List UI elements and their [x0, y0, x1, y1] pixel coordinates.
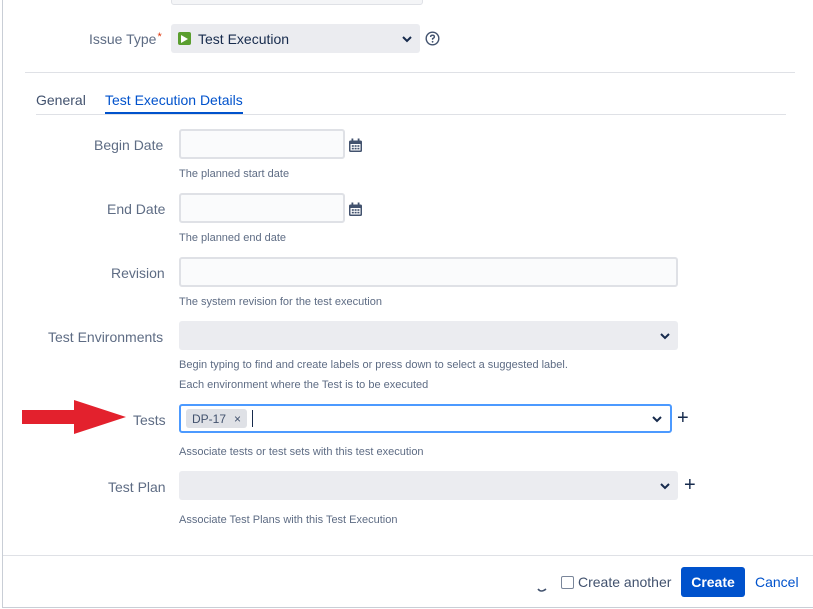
annotation-arrow-icon [22, 400, 126, 434]
end-date-description: The planned end date [179, 232, 287, 244]
begin-date-input[interactable] [179, 129, 345, 159]
test-tag: DP-17 × [186, 409, 248, 428]
test-environments-label: Test Environments [48, 329, 164, 345]
tab-general[interactable]: General [36, 90, 86, 114]
test-tag-label: DP-17 [192, 411, 227, 426]
revision-label: Revision [111, 265, 165, 281]
cancel-link[interactable]: Cancel [755, 574, 799, 590]
test-environments-select[interactable] [179, 321, 678, 350]
test-plan-select[interactable] [179, 471, 678, 500]
chevron-down-icon [660, 477, 670, 495]
chevron-down-icon [652, 410, 662, 428]
test-environments-hint: Begin typing to find and create labels o… [179, 359, 568, 371]
test-environments-description: Each environment where the Test is to be… [179, 379, 429, 391]
summary-input-partial[interactable] [171, 0, 423, 5]
create-button[interactable]: Create [681, 567, 745, 597]
chevron-down-icon [660, 327, 670, 345]
tests-description: Associate tests or test sets with this t… [179, 446, 424, 458]
text-cursor [252, 410, 253, 427]
calendar-icon[interactable] [348, 202, 363, 222]
create-another-checkbox[interactable] [561, 575, 574, 589]
create-another-control[interactable]: Create another [561, 574, 671, 590]
section-divider [25, 72, 795, 73]
test-plan-description: Associate Test Plans with this Test Exec… [179, 514, 398, 526]
calendar-icon[interactable] [348, 138, 363, 158]
issue-type-label: Issue Type* [89, 31, 162, 47]
required-indicator: * [157, 31, 162, 43]
issue-type-select[interactable]: Test Execution [171, 24, 420, 53]
revision-input[interactable] [179, 257, 678, 287]
tests-picker[interactable]: DP-17 × [179, 404, 672, 433]
tab-bar: General Test Execution Details [36, 90, 786, 115]
loading-spinner-icon [537, 588, 547, 592]
end-date-input[interactable] [179, 193, 345, 223]
end-date-label: End Date [107, 201, 166, 217]
revision-description: The system revision for the test executi… [179, 296, 382, 308]
question-circle-icon[interactable] [425, 31, 440, 51]
chevron-down-icon [402, 30, 412, 48]
begin-date-label: Begin Date [94, 137, 164, 153]
test-plan-label: Test Plan [108, 479, 166, 495]
create-another-label: Create another [578, 574, 672, 590]
tab-test-execution-details[interactable]: Test Execution Details [105, 90, 243, 114]
add-test-icon[interactable]: + [677, 408, 689, 428]
footer-divider [3, 555, 813, 556]
remove-tag-icon[interactable]: × [234, 412, 241, 426]
add-test-plan-icon[interactable]: + [684, 475, 696, 495]
issue-type-value: Test Execution [198, 30, 290, 47]
play-icon [178, 32, 191, 45]
tests-label: Tests [133, 412, 166, 428]
begin-date-description: The planned start date [179, 168, 290, 180]
create-issue-dialog: Issue Type* Test Execution General Test … [2, 0, 813, 608]
